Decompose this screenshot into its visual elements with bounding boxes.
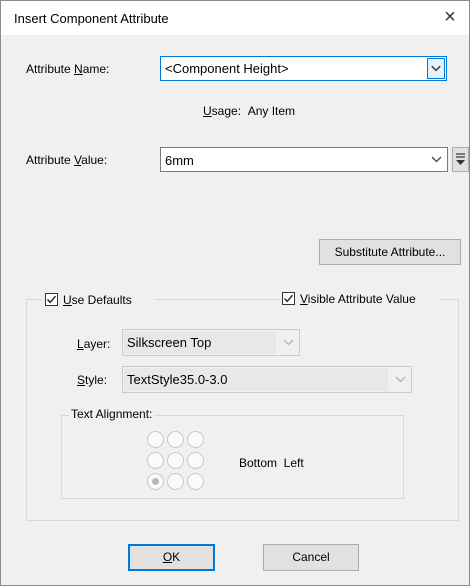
attribute-name-value: <Component Height> bbox=[165, 61, 289, 76]
visible-attribute-label: Visible Attribute Value bbox=[300, 292, 416, 306]
text-alignment-label: Text Alignment: bbox=[69, 407, 155, 421]
checkmark-icon bbox=[283, 294, 294, 303]
attribute-name-combo[interactable]: <Component Height> bbox=[160, 56, 447, 81]
attribute-name-label-post: ame: bbox=[82, 62, 110, 76]
ok-label: OK bbox=[163, 545, 180, 570]
align-top-center-radio[interactable] bbox=[167, 431, 184, 448]
align-top-right-radio[interactable] bbox=[187, 431, 204, 448]
list-dropdown-icon bbox=[456, 153, 465, 165]
chevron-down-icon[interactable] bbox=[427, 58, 445, 79]
dialog-title: Insert Component Attribute bbox=[14, 11, 169, 26]
substitute-attribute-button[interactable]: Substitute Attribute... bbox=[319, 239, 461, 265]
checkmark-icon bbox=[46, 295, 57, 304]
attribute-name-label-pre: Attribute bbox=[26, 62, 75, 76]
style-label: Style: bbox=[77, 373, 107, 387]
usage-text: Usage: Any Item bbox=[203, 104, 295, 118]
style-mnemonic: S bbox=[77, 373, 86, 387]
chevron-down-icon[interactable] bbox=[280, 333, 297, 352]
usage-label-post: sage: bbox=[211, 104, 242, 118]
align-middle-center-radio[interactable] bbox=[167, 452, 184, 469]
alignment-value: Bottom Left bbox=[239, 456, 304, 470]
align-bottom-left-radio[interactable] bbox=[147, 473, 164, 490]
usage-value: Any Item bbox=[247, 104, 296, 118]
align-middle-left-radio[interactable] bbox=[147, 452, 164, 469]
visible-attribute-checkbox[interactable] bbox=[282, 292, 295, 305]
cancel-button[interactable]: Cancel bbox=[263, 544, 359, 571]
style-combo[interactable]: TextStyle35.0-3.0 bbox=[122, 366, 412, 393]
attribute-list-button[interactable] bbox=[452, 147, 469, 172]
attribute-value-combo[interactable]: 6mm bbox=[160, 147, 448, 172]
style-value: TextStyle35.0-3.0 bbox=[127, 372, 228, 387]
layer-value: Silkscreen Top bbox=[127, 335, 212, 350]
attribute-value-label: Attribute Value: bbox=[26, 153, 107, 167]
use-defaults-checkbox[interactable] bbox=[45, 293, 58, 306]
ok-button[interactable]: OK bbox=[128, 544, 215, 571]
attribute-value-label-pre: Attribute bbox=[26, 153, 75, 167]
use-defaults-label-post: se Defaults bbox=[71, 293, 132, 307]
align-top-left-radio[interactable] bbox=[147, 431, 164, 448]
use-defaults-label: Use Defaults bbox=[63, 293, 132, 307]
align-bottom-center-radio[interactable] bbox=[167, 473, 184, 490]
visible-attribute-row[interactable]: Visible Attribute Value bbox=[279, 291, 441, 309]
chevron-down-icon[interactable] bbox=[392, 370, 409, 389]
use-defaults-mnemonic: U bbox=[63, 293, 72, 307]
chevron-down-icon[interactable] bbox=[428, 150, 445, 169]
ok-label-post: K bbox=[172, 550, 181, 564]
visible-attribute-mnemonic: V bbox=[300, 292, 308, 306]
layer-label: Layer: bbox=[77, 337, 110, 351]
title-bar: Insert Component Attribute × bbox=[1, 1, 469, 35]
substitute-attribute-label: Substitute Attribute... bbox=[334, 245, 446, 259]
ok-mnemonic: O bbox=[162, 550, 173, 564]
align-middle-right-radio[interactable] bbox=[187, 452, 204, 469]
layer-mnemonic: L bbox=[77, 337, 84, 351]
cancel-label: Cancel bbox=[292, 550, 330, 564]
align-bottom-right-radio[interactable] bbox=[187, 473, 204, 490]
style-label-post: tyle: bbox=[85, 373, 108, 387]
insert-component-attribute-dialog: Insert Component Attribute × Attribute N… bbox=[0, 0, 470, 586]
attribute-name-label: Attribute Name: bbox=[26, 62, 109, 76]
layer-label-post: ayer: bbox=[83, 337, 111, 351]
usage-label-mnemonic: U bbox=[203, 104, 212, 118]
layer-combo[interactable]: Silkscreen Top bbox=[122, 329, 300, 356]
use-defaults-row[interactable]: Use Defaults bbox=[42, 291, 154, 309]
close-icon[interactable]: × bbox=[438, 6, 462, 30]
attribute-name-label-mnemonic: N bbox=[74, 62, 83, 76]
text-alignment-groupbox bbox=[61, 415, 404, 499]
visible-attribute-label-post: isible Attribute Value bbox=[307, 292, 416, 306]
attribute-value-label-post: alue: bbox=[81, 153, 108, 167]
attribute-value-input[interactable]: 6mm bbox=[165, 153, 194, 168]
